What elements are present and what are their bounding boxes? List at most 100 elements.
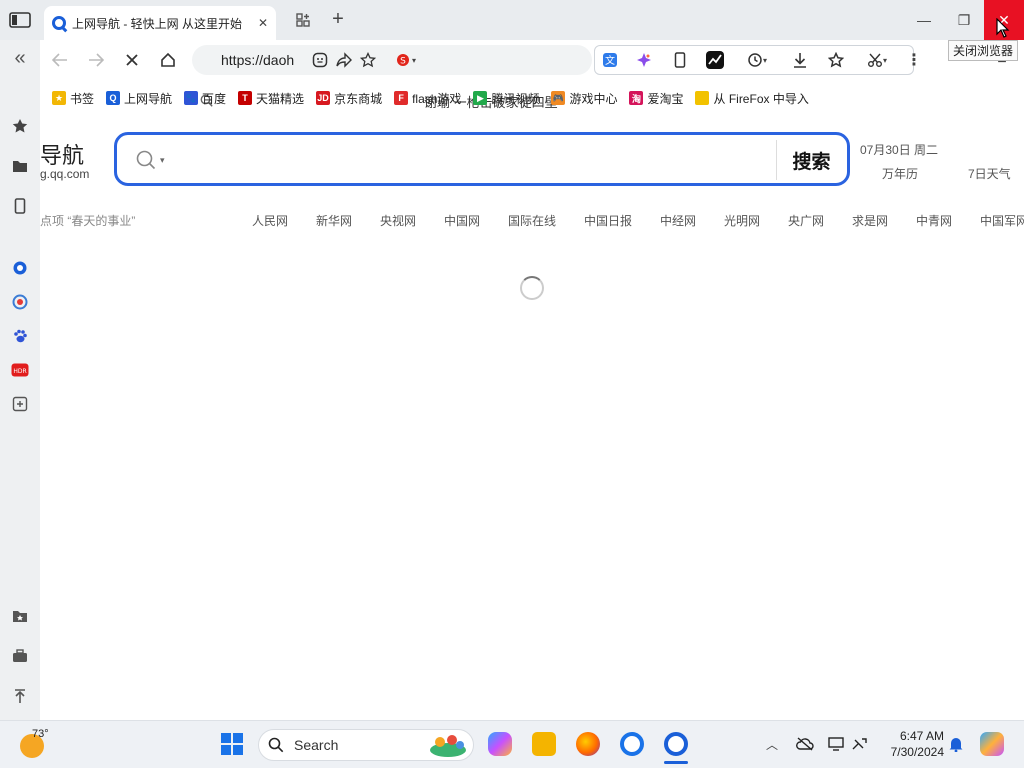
share-icon[interactable] [334,50,354,70]
taskbar-search-placeholder: Search [294,737,339,753]
bookmark-item[interactable]: Q 上网导航 [106,90,172,107]
bookmark-item[interactable]: 淘爱淘宝 [629,90,683,107]
mobile-icon[interactable] [10,196,30,216]
news-link[interactable]: 中青网 [916,212,952,229]
news-link[interactable]: 中国军网 [980,212,1024,229]
firefox-icon[interactable] [576,732,600,756]
pin-icon[interactable] [10,686,30,706]
news-link[interactable]: 中国网 [444,212,480,229]
collapse-sidebar-icon[interactable]: « [10,47,30,69]
news-link[interactable]: 求是网 [852,212,888,229]
back-arrow-icon[interactable] [50,50,70,70]
bookmark-label: 爱淘宝 [647,91,684,106]
home-icon[interactable] [158,50,178,70]
translate-icon[interactable]: 文 [600,50,620,70]
stock-chart-icon[interactable] [704,49,726,71]
network-icon[interactable] [852,737,868,754]
qq-browser-icon[interactable] [664,732,688,756]
copilot-pre-icon[interactable] [980,732,1004,756]
notice-text[interactable]: 点项 “春天的事业” [40,212,135,229]
notification-bell-icon[interactable] [948,736,964,755]
onedrive-off-icon[interactable] [796,737,814,754]
clock-date[interactable]: 7/30/2024 [878,745,944,759]
clock-time[interactable]: 6:47 AM [884,729,944,743]
colorful-app-icon[interactable] [10,292,30,312]
search-button[interactable]: 搜索 [776,140,846,180]
chevron-up-icon[interactable]: ︿ [764,736,780,752]
hd-video-icon[interactable]: HDR [10,360,30,380]
forward-arrow-icon[interactable] [86,50,106,70]
download-icon[interactable] [790,50,810,70]
news-link[interactable]: 中国日报 [584,212,632,229]
bookmark-item[interactable]: 从 FireFox 中导入 [695,90,809,107]
qq-nav-icon [52,16,66,30]
news-link[interactable]: 新华网 [316,212,352,229]
tab-actions-icon[interactable] [8,10,32,30]
game-center-icon: 🎮 [551,91,566,105]
sogou-search-engine-icon[interactable]: S ▾ [392,50,420,70]
collections-icon[interactable] [10,606,30,626]
svg-text:S: S [400,57,406,67]
url-text[interactable]: https://daoh [221,52,295,68]
favorites-star-icon[interactable] [826,50,846,70]
tab-close-button[interactable]: ✕ [258,16,268,30]
news-link[interactable]: 国际在线 [508,212,556,229]
bookmark-label: 腾讯视频 [491,91,540,106]
qq-nav-icon[interactable] [10,258,30,278]
tab-active[interactable]: 上网导航 - 轻快上网 从这里开始 ✕ [44,6,276,40]
reader-icon[interactable] [310,50,330,70]
new-tab-button[interactable]: + [328,8,348,30]
taskbar [0,720,1024,768]
search-highlight-icon [426,732,470,758]
more-menu-icon[interactable]: ⋮ [906,50,922,70]
baidu-paw-icon[interactable] [10,326,30,346]
site-logo-title[interactable]: 导航 [40,138,84,170]
ai-assistant-icon[interactable] [634,50,654,70]
folder-icon[interactable] [10,156,30,176]
folder-icon [695,91,710,105]
tab-groups-icon[interactable] [292,10,314,30]
tab-title: 上网导航 - 轻快上网 从这里开始 [72,16,242,31]
bookmark-item[interactable]: Fflash游戏 [394,90,461,107]
bookmark-label: 从 FireFox 中导入 [713,91,809,106]
history-icon[interactable]: ▾ [742,50,772,70]
search-box[interactable] [114,132,850,186]
calendar-link[interactable]: 万年历 [882,165,918,182]
favorites-star-icon[interactable] [10,116,30,136]
bookmark-item[interactable]: 🎮 游戏中心 [551,90,617,107]
bookmark-item[interactable]: 🐾 百度 [184,90,226,107]
favorite-star-icon[interactable] [358,50,378,70]
bookmark-label: 京东商城 [334,91,383,106]
taobao-icon: 淘 [629,91,644,105]
bookmark-item[interactable]: ▶ 腾讯视频 [473,90,539,107]
news-link[interactable]: 央视网 [380,212,416,229]
minimize-button[interactable]: — [908,8,940,32]
file-explorer-icon[interactable] [532,732,556,756]
search-engine-selector[interactable]: ▾ [136,149,172,171]
news-link[interactable]: 光明网 [724,212,760,229]
restore-button[interactable]: ❐ [948,8,980,32]
news-link[interactable]: 中经网 [660,212,696,229]
news-link[interactable]: 央广网 [788,212,824,229]
close-browser-tooltip: 关闭浏览器 [948,40,1019,61]
chevron-down-icon: ▾ [160,154,165,165]
copilot-icon[interactable] [488,732,512,756]
add-panel-icon[interactable] [10,394,30,414]
display-icon[interactable] [828,737,844,754]
site-logo-domain: g.qq.com [40,167,90,181]
flash-game-icon: F [394,91,409,105]
windows-start-icon[interactable] [220,732,244,756]
bookmark-item[interactable]: T 天猫精选 [238,90,304,107]
bookmark-item[interactable]: JD 京东商城 [316,90,382,107]
mobile-device-icon[interactable] [670,50,690,70]
bookmark-label: 百度 [202,91,227,106]
toolbox-icon[interactable] [10,646,30,666]
browser-app-icon[interactable] [620,732,644,756]
stop-loading-icon[interactable] [122,50,142,70]
screenshot-scissors-icon[interactable]: ▾ [862,50,892,70]
bookmark-label: 书签 [70,91,95,106]
weather-link[interactable]: 7日天气 [968,165,1011,182]
bookmark-label: 游戏中心 [569,91,618,106]
news-link[interactable]: 人民网 [252,212,288,229]
bookmark-item[interactable]: ★ 书签 [52,90,94,107]
